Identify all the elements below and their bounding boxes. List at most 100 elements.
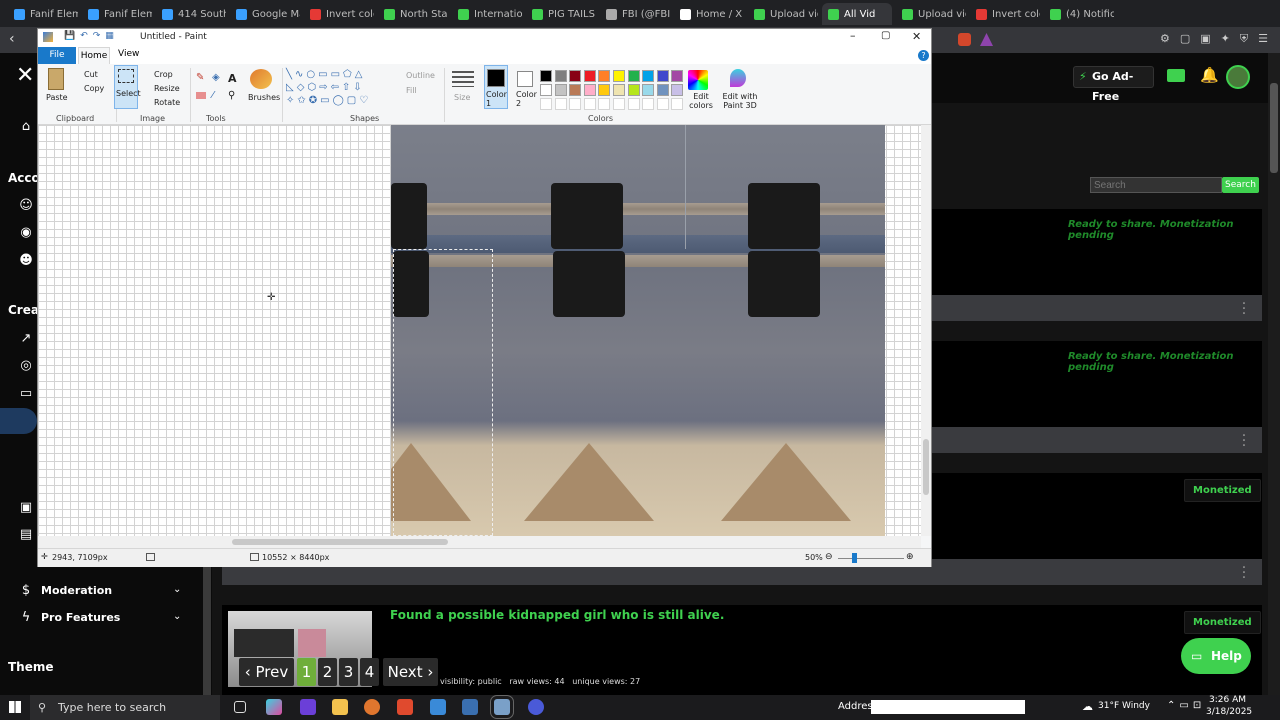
crop-button[interactable]: Crop — [154, 70, 173, 79]
active-item-highlight[interactable] — [0, 408, 37, 434]
app-icon[interactable] — [430, 699, 446, 715]
palette-swatch[interactable] — [627, 70, 640, 82]
edit-paint3d-label[interactable]: Edit with Paint 3D — [722, 92, 758, 110]
horizontal-scrollbar[interactable] — [38, 536, 921, 548]
canvas-image[interactable] — [391, 125, 885, 536]
browser-tab[interactable]: All Vid — [822, 3, 892, 25]
quick-access-icons[interactable]: 💾↶↷▦ — [64, 31, 119, 41]
video-title[interactable]: Found a possible kidnapped girl who is s… — [390, 608, 724, 622]
search-button[interactable]: Search — [1222, 177, 1259, 193]
page-4-button[interactable]: 4 — [360, 658, 379, 686]
browser-tab[interactable]: Invert colo — [304, 3, 374, 25]
palette-swatch[interactable] — [540, 84, 552, 96]
close-icon[interactable]: ✕ — [912, 30, 921, 43]
pencil-icon[interactable]: ✎ — [196, 72, 204, 83]
more-options-icon[interactable]: · · · — [1239, 429, 1249, 453]
rotate-button[interactable]: Rotate — [154, 98, 180, 107]
color-picker-icon[interactable]: ⁄ — [212, 90, 214, 101]
fill-icon[interactable]: ◈ — [212, 72, 220, 83]
palette-swatch-empty[interactable] — [642, 98, 655, 110]
calendar-icon[interactable]: ▤ — [18, 527, 34, 543]
app-icon[interactable] — [462, 699, 478, 715]
cut-button[interactable]: Cut — [84, 70, 98, 79]
palette-swatch-empty[interactable] — [583, 98, 596, 110]
app-icon[interactable] — [528, 699, 544, 715]
eraser-icon[interactable] — [196, 92, 206, 99]
next-page-button[interactable]: Next › — [383, 658, 438, 686]
palette-swatch[interactable] — [656, 70, 669, 82]
palette-swatch[interactable] — [671, 84, 684, 96]
taskbar-search[interactable]: ⚲ Type here to search — [30, 695, 220, 720]
browser-tab[interactable]: FBI (@FBI) — [600, 3, 670, 25]
resize-button[interactable]: Resize — [154, 84, 180, 93]
home-tab[interactable]: Home — [78, 47, 110, 64]
shapes-gallery[interactable]: ╲∿○▭▭⬠△ ◺◇⬡⇨⇦⇧⇩ ✧✩✪▭◯▢♡ — [286, 68, 382, 110]
palette-swatch[interactable] — [613, 70, 625, 82]
page-1-button[interactable]: 1 — [297, 658, 316, 686]
browser-tab[interactable]: Fanif Eleme — [8, 3, 78, 25]
close-icon[interactable]: ✕ — [16, 63, 34, 88]
browser-tab[interactable]: Upload vid — [896, 3, 966, 25]
file-explorer-icon[interactable] — [332, 699, 348, 715]
palette-swatch-empty[interactable] — [627, 98, 640, 110]
canvas-area[interactable]: ✛ — [38, 125, 921, 536]
palette-swatch[interactable] — [642, 84, 655, 96]
browser-tab[interactable]: Home / X — [674, 3, 744, 25]
palette-swatch[interactable] — [583, 84, 596, 96]
browser-tab[interactable]: North Star — [378, 3, 448, 25]
eye-icon[interactable]: ◉ — [18, 225, 34, 241]
tray-icons[interactable]: ⌃▭⊡ — [1167, 700, 1205, 711]
browser-tab[interactable]: PIG TAILS R — [526, 3, 596, 25]
zoom-in-icon[interactable]: ⊕ — [906, 552, 914, 562]
go-ad-free-button[interactable]: ⚡ Go Ad-Free — [1073, 66, 1154, 103]
palette-swatch[interactable] — [583, 70, 596, 82]
user-icon[interactable]: ☺ — [18, 198, 34, 214]
size-icon[interactable] — [452, 71, 474, 87]
palette-swatch-empty[interactable] — [598, 98, 611, 110]
minimize-icon[interactable]: – — [850, 29, 856, 42]
zoom-slider[interactable] — [838, 553, 904, 563]
palette-swatch[interactable] — [613, 84, 625, 96]
brushes-icon[interactable] — [250, 69, 272, 89]
back-arrow-icon[interactable]: ‹ — [9, 31, 15, 47]
palette-swatch[interactable] — [642, 70, 655, 82]
palette-swatch[interactable] — [671, 70, 684, 82]
palette-swatch[interactable] — [554, 70, 567, 82]
palette-swatch-empty[interactable] — [540, 98, 552, 110]
prev-page-button[interactable]: ‹ Prev — [239, 658, 294, 686]
more-options-icon[interactable]: · · · — [1239, 297, 1249, 321]
moderation-label[interactable]: Moderation — [41, 584, 112, 597]
help-icon[interactable]: ? — [918, 50, 929, 61]
edit-colors-icon[interactable] — [688, 70, 708, 90]
copy-button[interactable]: Copy — [84, 84, 104, 93]
chevron-down-icon[interactable]: ⌄ — [173, 584, 181, 595]
zoom-out-icon[interactable]: ⊖ — [825, 552, 833, 562]
palette-swatch-empty[interactable] — [569, 98, 582, 110]
palette-swatch-empty[interactable] — [554, 98, 567, 110]
home-icon[interactable]: ⌂ — [18, 119, 34, 135]
extension-icon[interactable] — [958, 33, 971, 46]
extension-icon[interactable] — [980, 33, 993, 46]
palette-swatch[interactable] — [656, 84, 669, 96]
paste-label[interactable]: Paste — [46, 93, 68, 102]
palette-swatch[interactable] — [554, 84, 567, 96]
size-label[interactable]: Size — [454, 93, 470, 102]
trending-icon[interactable]: ↗ — [18, 331, 34, 347]
copilot-icon[interactable] — [266, 699, 282, 715]
vertical-scrollbar[interactable] — [921, 125, 931, 536]
color-palette[interactable] — [540, 68, 686, 110]
badge-icon[interactable]: ▣ — [18, 500, 34, 516]
live-icon[interactable]: ◎ — [18, 358, 34, 374]
upload-video-icon[interactable] — [1167, 69, 1185, 82]
palette-swatch-empty[interactable] — [613, 98, 625, 110]
pro-features-label[interactable]: Pro Features — [41, 611, 120, 624]
zoom-slider-thumb[interactable] — [852, 553, 857, 563]
fill-button[interactable]: Fill — [406, 86, 417, 95]
palette-swatch[interactable] — [569, 84, 582, 96]
palette-swatch[interactable] — [598, 70, 611, 82]
palette-swatch[interactable] — [627, 84, 640, 96]
help-button[interactable]: ▭ Help — [1181, 638, 1251, 674]
brushes-label[interactable]: Brushes — [248, 93, 280, 102]
text-icon[interactable]: A — [228, 72, 237, 85]
palette-swatch-empty[interactable] — [656, 98, 669, 110]
